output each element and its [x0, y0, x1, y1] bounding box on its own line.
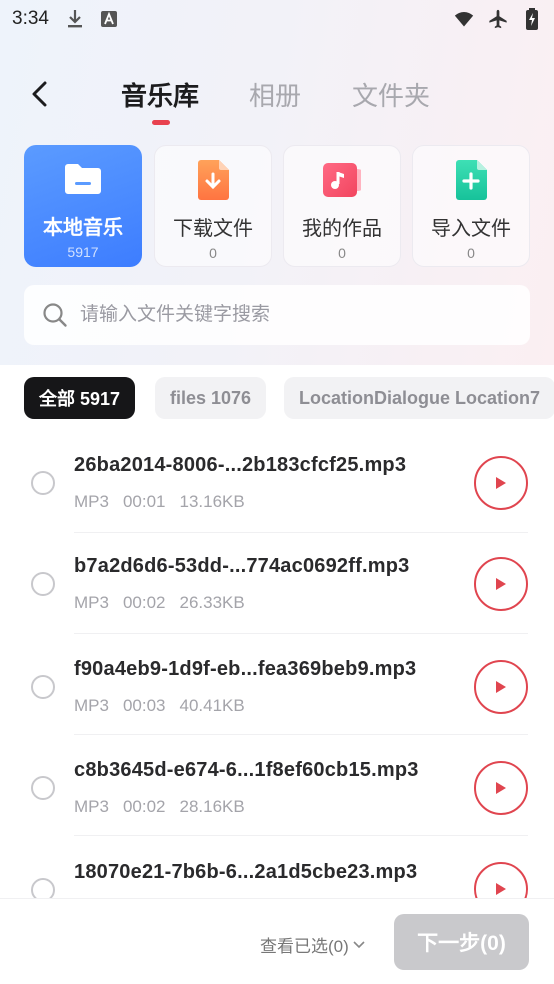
filter-chips: 全部 5917 files 1076 LocationDialogue Loca… [24, 377, 554, 421]
category-count: 0 [209, 245, 217, 261]
file-meta: MP3 00:01 13.16KB [74, 492, 259, 512]
file-duration: 00:02 [122, 593, 166, 612]
view-selected-toggle[interactable]: 查看已选(0) [260, 932, 365, 957]
status-time: 3:34 [12, 8, 49, 29]
bottom-action-bar: 查看已选(0) 下一步(0) [0, 898, 554, 984]
back-button[interactable] [22, 76, 58, 112]
file-format: MP3 [74, 593, 109, 612]
play-button[interactable] [474, 557, 528, 611]
download-icon [65, 9, 85, 29]
category-downloads[interactable]: 下载文件 0 [154, 145, 272, 267]
category-label: 本地音乐 [43, 217, 123, 239]
list-item[interactable]: f90a4eb9-1d9f-eb...fea369beb9.mp3 MP3 00:… [0, 634, 554, 735]
play-button[interactable] [474, 456, 528, 510]
category-label: 导入文件 [431, 218, 511, 240]
category-import[interactable]: 导入文件 0 [412, 145, 530, 267]
play-icon [496, 782, 506, 794]
chip-all[interactable]: 全部 5917 [24, 377, 136, 419]
wifi-icon [454, 9, 474, 29]
list-item[interactable]: 18070e21-7b6b-6...2a1d5cbe23.mp3 [0, 836, 554, 898]
select-radio[interactable] [31, 878, 55, 898]
view-selected-label: 查看已选(0) [260, 937, 349, 956]
list-item[interactable]: 26ba2014-8006-...2b183cfcf25.mp3 MP3 00:0… [0, 432, 554, 533]
select-radio[interactable] [31, 776, 55, 800]
chevron-down-icon [353, 940, 365, 948]
file-meta: MP3 00:02 28.16KB [74, 797, 259, 817]
play-button[interactable] [474, 862, 528, 898]
file-meta: MP3 00:02 26.33KB [74, 593, 259, 613]
play-icon [496, 681, 506, 693]
category-local-music[interactable]: 本地音乐 5917 [24, 145, 142, 267]
category-label: 下载文件 [173, 218, 253, 240]
battery-charging-icon [522, 8, 542, 30]
list-item[interactable]: b7a2d6d6-53dd-...774ac0692ff.mp3 MP3 00:0… [0, 533, 554, 634]
file-duration: 00:02 [122, 797, 166, 816]
play-button[interactable] [474, 660, 528, 714]
download-file-icon [193, 160, 233, 200]
file-format: MP3 [74, 492, 109, 511]
play-icon [496, 883, 506, 895]
file-list: 26ba2014-8006-...2b183cfcf25.mp3 MP3 00:0… [0, 432, 554, 898]
search-icon [43, 303, 67, 327]
folder-icon [63, 159, 103, 199]
file-size: 28.16KB [179, 797, 245, 816]
file-size: 26.33KB [179, 593, 245, 612]
chip-files[interactable]: files 1076 [155, 377, 267, 419]
select-radio[interactable] [31, 471, 55, 495]
category-count: 5917 [67, 244, 99, 260]
category-count: 0 [338, 245, 346, 261]
search-input[interactable] [80, 304, 500, 326]
tab-folder[interactable]: 文件夹 [352, 76, 430, 113]
status-bar: 3:34 [0, 0, 554, 38]
music-note-icon [322, 160, 362, 200]
play-button[interactable] [474, 761, 528, 815]
chip-location-dialogue[interactable]: LocationDialogue Location7 [284, 377, 554, 419]
tab-music-library[interactable]: 音乐库 [121, 76, 199, 113]
category-my-works[interactable]: 我的作品 0 [283, 145, 401, 267]
select-radio[interactable] [31, 572, 55, 596]
category-count: 0 [467, 245, 475, 261]
play-icon [496, 477, 506, 489]
file-name: b7a2d6d6-53dd-...774ac0692ff.mp3 [74, 555, 410, 577]
next-step-button[interactable]: 下一步(0) [394, 914, 529, 970]
file-format: MP3 [74, 797, 109, 816]
tab-album[interactable]: 相册 [249, 76, 301, 113]
play-icon [496, 578, 506, 590]
active-tab-indicator [152, 120, 170, 125]
file-size: 13.16KB [179, 492, 245, 511]
list-item[interactable]: c8b3645d-e674-6...1f8ef60cb15.mp3 MP3 00:… [0, 735, 554, 836]
file-format: MP3 [74, 696, 109, 715]
add-file-icon [451, 160, 491, 200]
category-label: 我的作品 [302, 218, 382, 240]
top-navigation: 音乐库 相册 文件夹 [0, 62, 554, 126]
back-arrow-icon [32, 81, 47, 107]
font-icon [99, 9, 119, 29]
file-meta: MP3 00:03 40.41KB [74, 696, 259, 716]
file-name: f90a4eb9-1d9f-eb...fea369beb9.mp3 [74, 658, 417, 680]
file-name: c8b3645d-e674-6...1f8ef60cb15.mp3 [74, 759, 419, 781]
file-duration: 00:01 [122, 492, 166, 511]
file-name: 18070e21-7b6b-6...2a1d5cbe23.mp3 [74, 861, 418, 883]
search-bar[interactable] [24, 285, 530, 345]
file-size: 40.41KB [179, 696, 245, 715]
airplane-icon [488, 9, 508, 29]
category-cards: 本地音乐 5917 下载文件 0 我的作品 0 导入文件 0 [24, 145, 530, 267]
select-radio[interactable] [31, 675, 55, 699]
file-name: 26ba2014-8006-...2b183cfcf25.mp3 [74, 454, 407, 476]
file-duration: 00:03 [122, 696, 166, 715]
